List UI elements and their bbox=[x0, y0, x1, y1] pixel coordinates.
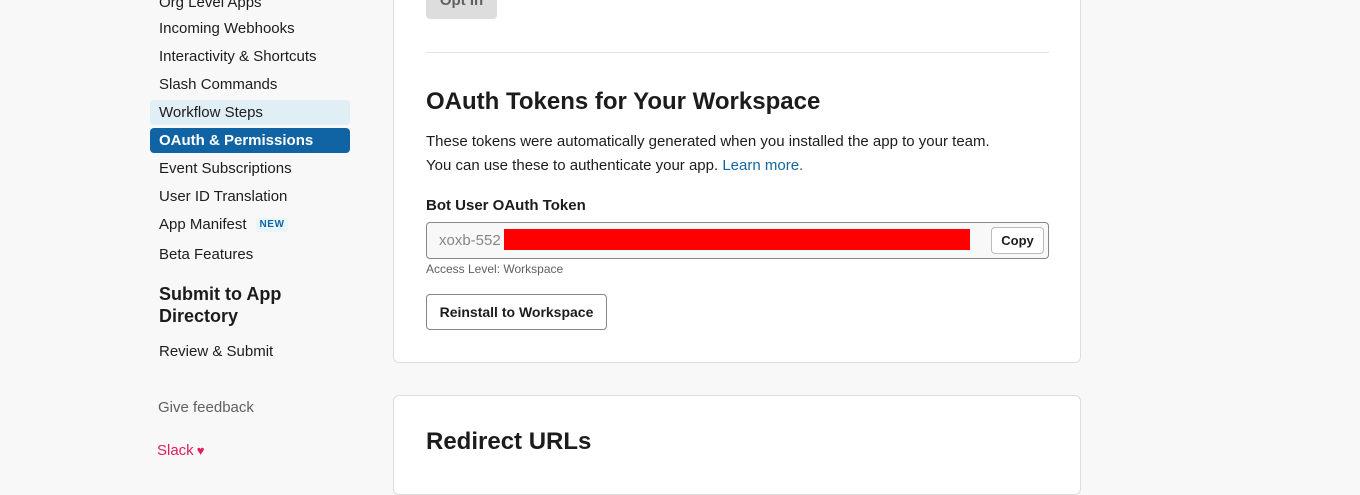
redaction-bar bbox=[504, 229, 970, 250]
sidebar-item-label: Review & Submit bbox=[159, 343, 274, 360]
sidebar-item-incoming-webhooks[interactable]: Incoming Webhooks bbox=[150, 16, 350, 41]
oauth-tokens-card: Opt In OAuth Tokens for Your Workspace T… bbox=[393, 0, 1081, 363]
description-line-2-text: You can use these to authenticate your a… bbox=[426, 157, 719, 174]
oauth-section-title: OAuth Tokens for Your Workspace bbox=[426, 88, 821, 115]
slack-label: Slack bbox=[157, 442, 194, 459]
sidebar-item-beta-features[interactable]: Beta Features bbox=[150, 242, 350, 267]
sidebar-item-oauth-permissions[interactable]: OAuth & Permissions bbox=[150, 128, 350, 153]
sidebar-item-label: OAuth & Permissions bbox=[159, 132, 314, 149]
description-line-2: You can use these to authenticate your a… bbox=[426, 154, 1049, 178]
sidebar-item-interactivity[interactable]: Interactivity & Shortcuts bbox=[150, 44, 350, 69]
opt-in-button[interactable]: Opt In bbox=[426, 0, 497, 19]
sidebar-item-workflow-steps[interactable]: Workflow Steps bbox=[150, 100, 350, 125]
bot-token-value: xoxb-552 bbox=[439, 232, 501, 249]
sidebar-item-label: Beta Features bbox=[159, 246, 254, 263]
sidebar-item-user-id-translation[interactable]: User ID Translation bbox=[150, 184, 350, 209]
new-badge: NEW bbox=[255, 218, 289, 232]
sidebar-item-label: Event Subscriptions bbox=[159, 160, 292, 177]
sidebar-item-event-subscriptions[interactable]: Event Subscriptions bbox=[150, 156, 350, 181]
learn-more-link[interactable]: Learn more. bbox=[722, 157, 803, 174]
redirect-urls-card: Redirect URLs bbox=[393, 395, 1081, 495]
sidebar-item-label: App Manifest bbox=[159, 216, 247, 233]
divider bbox=[426, 52, 1049, 53]
heart-icon: ♥ bbox=[196, 443, 205, 458]
reinstall-button[interactable]: Reinstall to Workspace bbox=[426, 294, 607, 330]
sidebar-item-org-level-apps[interactable]: Org Level Apps bbox=[150, 0, 350, 15]
sidebar-section-title: Submit to App Directory bbox=[159, 284, 282, 326]
sidebar-item-label: User ID Translation bbox=[159, 188, 288, 205]
bot-token-label: Bot User OAuth Token bbox=[426, 197, 586, 214]
sidebar-item-label: Org Level Apps bbox=[159, 0, 262, 11]
description-line-1: These tokens were automatically generate… bbox=[426, 133, 990, 150]
sidebar-item-label: Slash Commands bbox=[159, 76, 278, 93]
bot-token-field[interactable]: xoxb-552 Copy bbox=[426, 222, 1049, 259]
sidebar-item-app-manifest[interactable]: App Manifest NEW bbox=[150, 212, 350, 237]
copy-button[interactable]: Copy bbox=[991, 227, 1044, 254]
oauth-description: These tokens were automatically generate… bbox=[426, 130, 1049, 178]
sidebar-item-slash-commands[interactable]: Slash Commands bbox=[150, 72, 350, 97]
sidebar-item-label: Workflow Steps bbox=[159, 104, 263, 121]
access-level-text: Access Level: Workspace bbox=[426, 262, 564, 276]
sidebar-item-review-submit[interactable]: Review & Submit bbox=[150, 339, 350, 364]
slack-footer-link[interactable]: Slack ♥ bbox=[157, 442, 204, 459]
give-feedback-link[interactable]: Give feedback bbox=[158, 399, 254, 416]
redirect-urls-title: Redirect URLs bbox=[426, 428, 592, 455]
sidebar-item-label: Incoming Webhooks bbox=[159, 20, 295, 37]
sidebar-item-label: Interactivity & Shortcuts bbox=[159, 48, 317, 65]
